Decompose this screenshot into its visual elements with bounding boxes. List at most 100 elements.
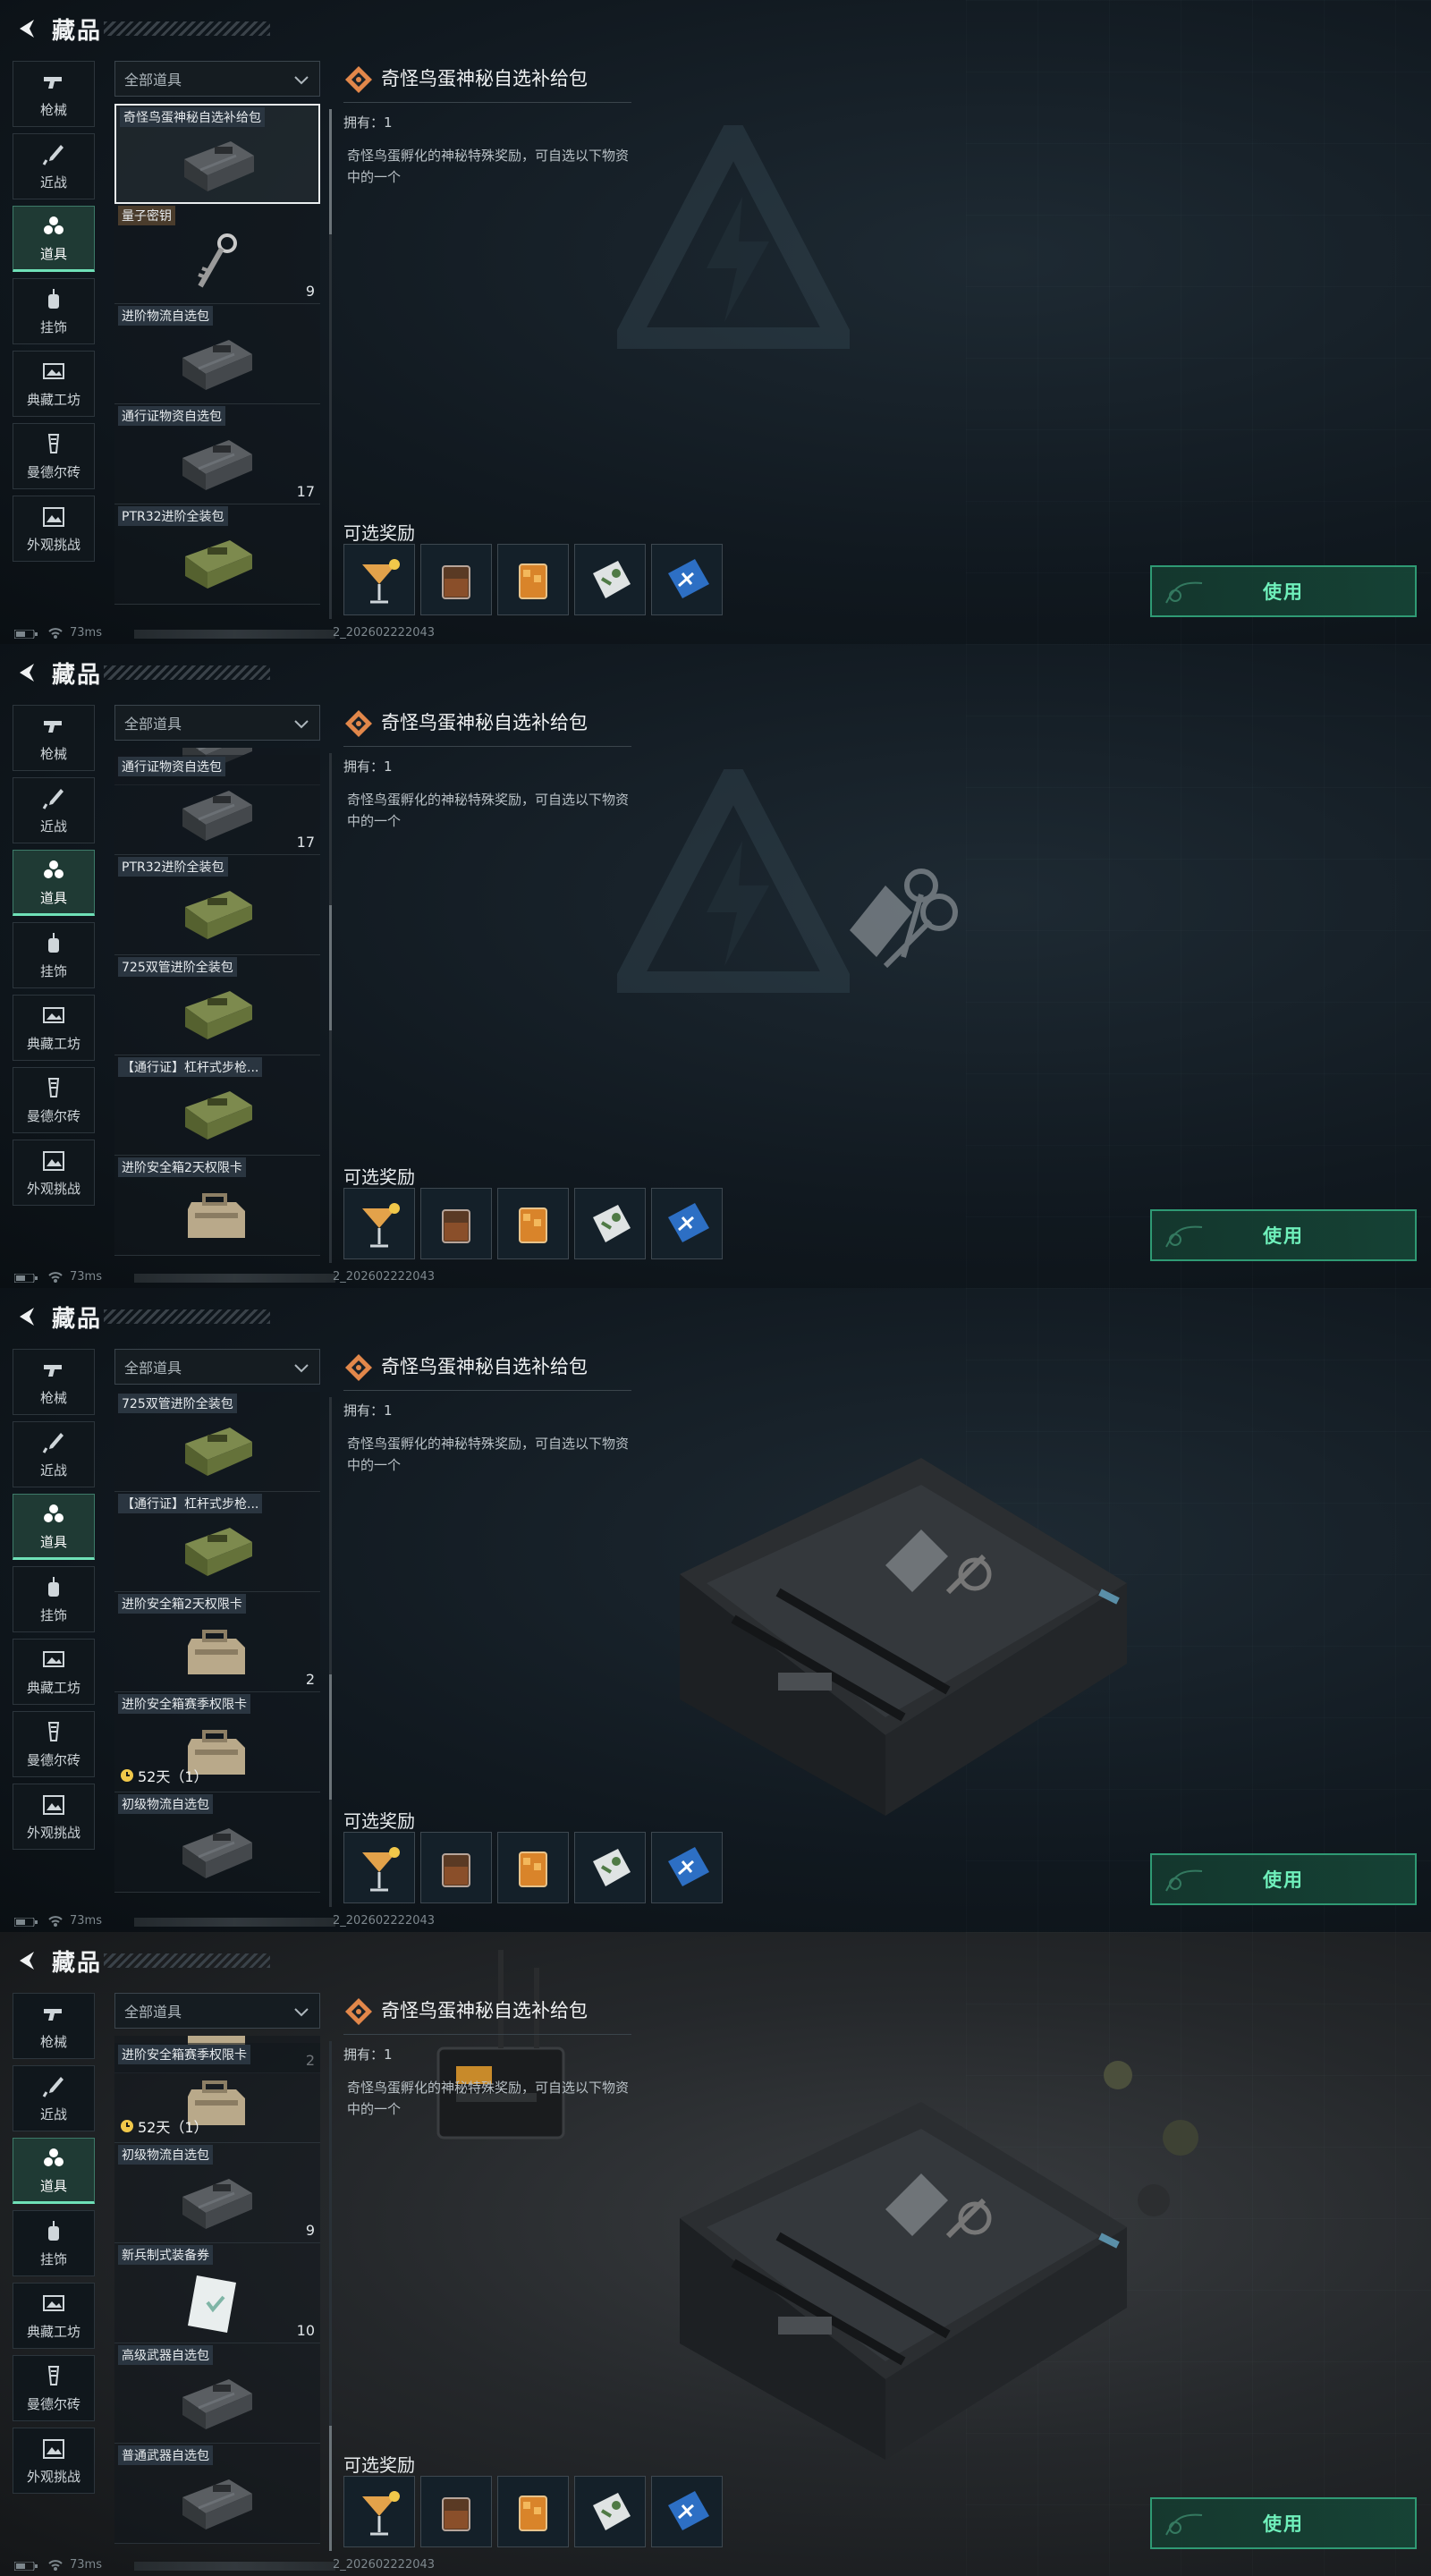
- list-scrollbar[interactable]: [329, 109, 332, 619]
- filter-dropdown[interactable]: 全部道具: [114, 61, 320, 97]
- reward-slot[interactable]: [420, 2476, 492, 2547]
- reward-slot[interactable]: [343, 2476, 415, 2547]
- list-item[interactable]: 【通行证】杠杆式步枪...: [114, 1055, 320, 1156]
- list-item[interactable]: PTR32进阶全装包: [114, 504, 320, 605]
- filter-dropdown[interactable]: 全部道具: [114, 705, 320, 741]
- nav-item-knife[interactable]: 近战: [13, 777, 95, 843]
- nav-item-charm[interactable]: 挂饰: [13, 922, 95, 988]
- list-item[interactable]: 高级武器自选包: [114, 2343, 320, 2444]
- list-item[interactable]: 725双管进阶全装包: [114, 1392, 320, 1492]
- nav-item-appearance[interactable]: 外观挑战: [13, 2428, 95, 2494]
- nav-item-workshop[interactable]: 典藏工坊: [13, 995, 95, 1061]
- reward-slot[interactable]: [574, 544, 646, 615]
- item-label: 进阶物流自选包: [118, 306, 213, 326]
- nav-item-items[interactable]: 道具: [13, 206, 95, 272]
- list-item[interactable]: 初级物流自选包: [114, 1792, 320, 1893]
- charm-icon: [48, 932, 59, 953]
- back-arrow-icon[interactable]: [14, 1304, 39, 1329]
- nav-item-knife[interactable]: 近战: [13, 133, 95, 199]
- nav-item-gun[interactable]: 枪械: [13, 705, 95, 771]
- reward-slot[interactable]: [651, 2476, 723, 2547]
- list-item[interactable]: 通行证物资自选包 17: [114, 404, 320, 504]
- nav-item-charm[interactable]: 挂饰: [13, 1566, 95, 1632]
- reward-slot[interactable]: [497, 1188, 569, 1259]
- filter-value: 全部道具: [124, 2004, 182, 2021]
- reward-slot[interactable]: [497, 2476, 569, 2547]
- back-arrow-icon[interactable]: [14, 660, 39, 685]
- use-button[interactable]: 使用: [1150, 1853, 1417, 1905]
- back-arrow-icon[interactable]: [14, 1948, 39, 1973]
- nav-item-knife[interactable]: 近战: [13, 1421, 95, 1487]
- reward-slot[interactable]: [497, 1832, 569, 1903]
- item-label: 量子密钥: [118, 206, 175, 225]
- reward-slot[interactable]: [420, 544, 492, 615]
- scroll-thumb[interactable]: [329, 905, 332, 1030]
- nav-item-charm[interactable]: 挂饰: [13, 278, 95, 344]
- list-item[interactable]: 奇怪鸟蛋神秘自选补给包: [114, 104, 320, 204]
- clock-icon: [121, 2120, 133, 2132]
- nav-item-gun[interactable]: 枪械: [13, 1349, 95, 1415]
- crate-icon: [172, 331, 261, 394]
- list-item[interactable]: 通行证物资自选包 17: [114, 755, 320, 855]
- list-item[interactable]: 【通行证】杠杆式步枪...: [114, 1492, 320, 1592]
- reward-slot[interactable]: [420, 1188, 492, 1259]
- list-item[interactable]: 进阶物流自选包: [114, 304, 320, 404]
- use-button[interactable]: 使用: [1150, 565, 1417, 617]
- back-arrow-icon[interactable]: [14, 16, 39, 41]
- use-button[interactable]: 使用: [1150, 2497, 1417, 2549]
- reward-slot[interactable]: [420, 1832, 492, 1903]
- nav-item-appearance[interactable]: 外观挑战: [13, 1784, 95, 1850]
- nav-item-brick[interactable]: 曼德尔砖: [13, 1711, 95, 1777]
- nav-item-brick[interactable]: 曼德尔砖: [13, 423, 95, 489]
- reward-slot[interactable]: [651, 544, 723, 615]
- list-item[interactable]: 进阶安全箱2天权限卡: [114, 1156, 320, 1256]
- nav-item-knife[interactable]: 近战: [13, 2065, 95, 2131]
- list-scrollbar[interactable]: [329, 2041, 332, 2551]
- nav-item-brick[interactable]: 曼德尔砖: [13, 1067, 95, 1133]
- reward-slot[interactable]: [651, 1832, 723, 1903]
- nav-item-items[interactable]: 道具: [13, 2138, 95, 2204]
- list-item[interactable]: 725双管进阶全装包: [114, 955, 320, 1055]
- list-item[interactable]: 新兵制式装备券 10: [114, 2243, 320, 2343]
- nav-item-brick[interactable]: 曼德尔砖: [13, 2355, 95, 2421]
- reward-slot[interactable]: [343, 1832, 415, 1903]
- workshop-icon: [43, 1006, 64, 1023]
- nav-item-workshop[interactable]: 典藏工坊: [13, 2283, 95, 2349]
- nav-item-items[interactable]: 道具: [13, 1494, 95, 1560]
- list-item[interactable]: 普通武器自选包: [114, 2444, 320, 2544]
- nav-item-appearance[interactable]: 外观挑战: [13, 1140, 95, 1206]
- scroll-thumb[interactable]: [329, 2426, 332, 2551]
- list-item[interactable]: 初级物流自选包 9: [114, 2143, 320, 2243]
- nav-item-items[interactable]: 道具: [13, 850, 95, 916]
- nav-item-gun[interactable]: 枪械: [13, 61, 95, 127]
- use-button[interactable]: 使用: [1150, 1209, 1417, 1261]
- nav-item-charm[interactable]: 挂饰: [13, 2210, 95, 2276]
- drink-icon: [519, 564, 547, 599]
- reward-slot[interactable]: [574, 1188, 646, 1259]
- list-scrollbar[interactable]: [329, 753, 332, 1263]
- list-item[interactable]: 量子密钥 9: [114, 204, 320, 304]
- nav-item-gun[interactable]: 枪械: [13, 1993, 95, 2059]
- reward-slot[interactable]: [343, 544, 415, 615]
- list-item[interactable]: 进阶安全箱赛季权限卡 52天（1）: [114, 2043, 320, 2143]
- owned-count: 拥有：1: [343, 1402, 393, 1419]
- nav-item-workshop[interactable]: 典藏工坊: [13, 1639, 95, 1705]
- nav-item-appearance[interactable]: 外观挑战: [13, 496, 95, 562]
- scroll-thumb[interactable]: [329, 109, 332, 234]
- list-item[interactable]: PTR32进阶全装包: [114, 855, 320, 955]
- list-item[interactable]: 进阶安全箱2天权限卡 2: [114, 1592, 320, 1692]
- reward-slot[interactable]: [343, 1188, 415, 1259]
- reward-slot[interactable]: [574, 2476, 646, 2547]
- list-item[interactable]: 进阶安全箱赛季权限卡 52天（1）: [114, 1692, 320, 1792]
- status-bar: 73ms 2_202602222043: [0, 1268, 1431, 1288]
- filter-dropdown[interactable]: 全部道具: [114, 1349, 320, 1385]
- nav-item-workshop[interactable]: 典藏工坊: [13, 351, 95, 417]
- reward-slot[interactable]: [574, 1832, 646, 1903]
- list-scrollbar[interactable]: [329, 1397, 332, 1907]
- scroll-thumb[interactable]: [329, 1674, 332, 1800]
- clock-icon: [121, 1769, 133, 1782]
- reward-slot[interactable]: [651, 1188, 723, 1259]
- reward-slot[interactable]: [497, 544, 569, 615]
- button-decoration: [1165, 2513, 1203, 2536]
- filter-dropdown[interactable]: 全部道具: [114, 1993, 320, 2029]
